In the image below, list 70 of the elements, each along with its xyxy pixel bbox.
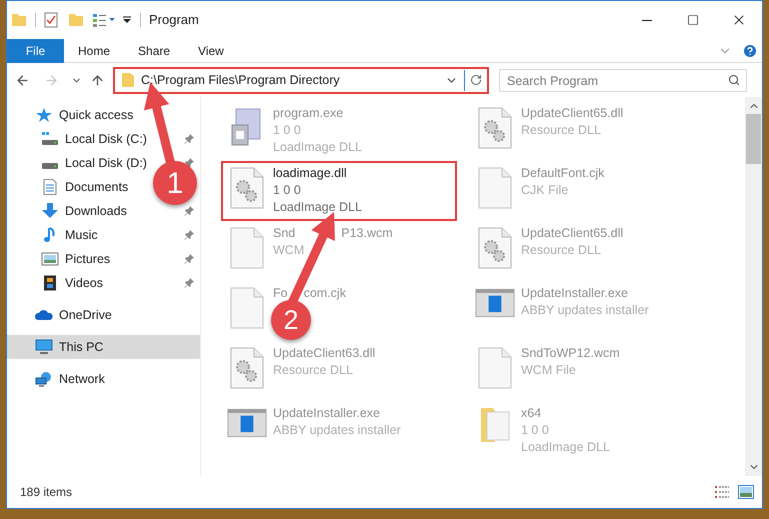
nav-item[interactable]: OneDrive bbox=[7, 303, 112, 327]
nav-item[interactable]: Network bbox=[7, 367, 105, 391]
file-detail: WCM bbox=[273, 242, 306, 259]
file-detail: Resource DLL bbox=[521, 242, 602, 259]
computer-icon bbox=[35, 339, 53, 355]
maximize-icon bbox=[687, 14, 699, 26]
file-detail: ABBY updates installer bbox=[521, 302, 649, 319]
nav-item[interactable]: Music bbox=[7, 223, 98, 247]
star-icon bbox=[35, 107, 53, 123]
address-path: C:\Program Files\Program Directory bbox=[141, 72, 341, 89]
back-icon[interactable] bbox=[15, 72, 30, 88]
gear-file-icon bbox=[230, 167, 264, 209]
scrollbar-thumb[interactable] bbox=[746, 114, 761, 164]
download-arrow-icon bbox=[41, 203, 59, 219]
address-field[interactable]: C:\Program Files\Program Directory bbox=[113, 66, 489, 94]
nav-item[interactable]: Pictures bbox=[7, 247, 110, 271]
file-detail: CJK File bbox=[521, 182, 570, 199]
file-detail: LoadImage DLL bbox=[273, 199, 362, 216]
file-detail: 1 0 0 bbox=[273, 182, 302, 199]
nav-item[interactable]: Local Disk (D:) bbox=[7, 151, 147, 175]
file-detail: WCM File bbox=[521, 362, 577, 379]
scrollbar[interactable] bbox=[745, 97, 762, 476]
help-icon[interactable] bbox=[742, 42, 758, 58]
nav-item[interactable]: Videos bbox=[7, 271, 103, 295]
file-detail: 1 0 0 bbox=[273, 122, 302, 139]
window-title: Program bbox=[149, 11, 199, 30]
details-view-icon[interactable] bbox=[714, 485, 730, 499]
nav-item[interactable]: Documents bbox=[7, 175, 128, 199]
file-name[interactable]: loadimage.dll bbox=[273, 165, 347, 182]
cloud-icon bbox=[35, 307, 53, 323]
checklist-icon[interactable] bbox=[44, 12, 58, 28]
nav-item[interactable]: This PC bbox=[7, 335, 104, 359]
file-detail: Resource DLL bbox=[273, 362, 354, 379]
gear-file-icon bbox=[478, 227, 512, 269]
file-detail: LoadImage DLL bbox=[273, 139, 362, 156]
blank-file-icon bbox=[230, 227, 264, 269]
ribbon-tab[interactable]: View bbox=[184, 38, 238, 62]
file-detail: LoadImage DLL bbox=[521, 439, 610, 456]
caret-icon[interactable] bbox=[122, 15, 132, 25]
refresh-icon[interactable] bbox=[470, 74, 482, 86]
drive-icon bbox=[42, 163, 58, 169]
item-count: 189 items bbox=[20, 484, 72, 501]
installer-window-icon bbox=[227, 407, 267, 439]
properties-icon[interactable] bbox=[92, 12, 116, 28]
file-detail: Resource DLL bbox=[521, 122, 602, 139]
ribbon-tab[interactable]: Share bbox=[124, 38, 184, 62]
folder-icon bbox=[121, 72, 135, 88]
document-icon bbox=[41, 179, 59, 195]
file-detail: ABBY updates installer bbox=[273, 422, 401, 439]
search-field[interactable]: Search Program bbox=[499, 69, 747, 92]
ribbon-tab[interactable]: Home bbox=[64, 38, 124, 62]
folder-icon bbox=[480, 407, 510, 443]
file-detail: 1 0 0 bbox=[521, 422, 550, 439]
blank-file-icon bbox=[478, 347, 512, 389]
blank-file-icon bbox=[478, 167, 512, 209]
nav-item[interactable]: Downloads bbox=[7, 199, 127, 223]
nav-item[interactable]: Local Disk (C:) bbox=[7, 127, 147, 151]
blank-file-icon bbox=[230, 287, 264, 329]
picture-icon bbox=[41, 251, 59, 267]
nav-item[interactable]: Quick access bbox=[7, 103, 134, 127]
up-icon[interactable] bbox=[90, 72, 105, 88]
gear-file-icon bbox=[230, 347, 264, 389]
drive-icon bbox=[41, 131, 59, 147]
film-strip-icon bbox=[41, 275, 59, 291]
large-icons-view-icon[interactable] bbox=[738, 485, 754, 499]
search-icon bbox=[728, 74, 740, 86]
gear-file-icon bbox=[478, 107, 512, 149]
network-icon bbox=[35, 371, 53, 387]
file-menu-button[interactable]: File bbox=[7, 38, 64, 62]
installer-window-icon bbox=[475, 287, 515, 319]
